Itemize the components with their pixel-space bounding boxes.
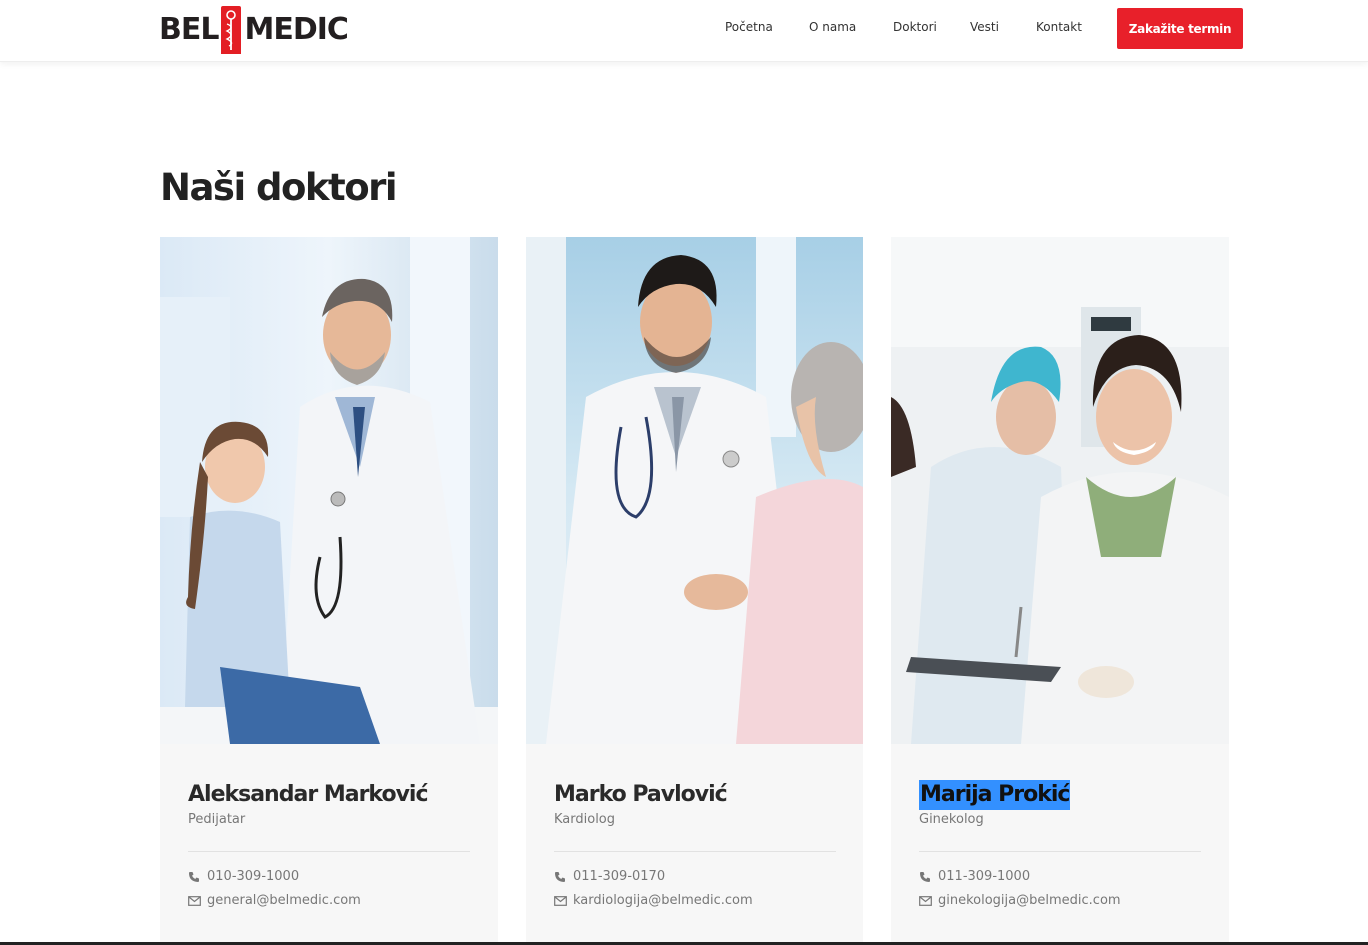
phone-icon [919, 871, 931, 883]
doctor-with-child-photo [160, 237, 498, 744]
doctor-email-link[interactable]: ginekologija@belmedic.com [938, 893, 1121, 908]
doctor-name: Aleksandar Marković [188, 782, 428, 807]
doctor-phone-link[interactable]: 010-309-1000 [207, 869, 299, 884]
book-appointment-button[interactable]: Zakažite termin [1117, 8, 1243, 49]
nav-item-pocetna[interactable]: Početna [725, 20, 773, 34]
card-divider [188, 851, 470, 852]
doctor-email-link[interactable]: general@belmedic.com [207, 893, 361, 908]
nav-item-o-nama[interactable]: O nama [809, 20, 856, 34]
doctor-phone[interactable]: 011-309-0170 [554, 869, 665, 884]
doctor-specialty: Ginekolog [919, 812, 984, 827]
doctor-phone-link[interactable]: 011-309-1000 [938, 869, 1030, 884]
page-title: Naši doktori [160, 166, 398, 209]
doctor-card: Marija Prokić Ginekolog 011-309-1000 gin… [891, 237, 1229, 945]
doctor-card: Marko Pavlović Kardiolog 011-309-0170 ka… [526, 237, 863, 945]
envelope-icon [554, 895, 567, 907]
doctor-name: Marko Pavlović [554, 782, 728, 807]
belmedic-logo[interactable]: BEL MEDIC [159, 4, 349, 54]
doctor-email[interactable]: ginekologija@belmedic.com [919, 893, 1121, 908]
nav-item-doktori[interactable]: Doktori [893, 20, 937, 34]
envelope-icon [919, 895, 932, 907]
site-header: BEL MEDIC Početna O nama Doktori Vesti K… [0, 0, 1368, 62]
card-divider [554, 851, 836, 852]
doctor-specialty: Kardiolog [554, 812, 616, 827]
logo-text-left: BEL [159, 12, 219, 47]
envelope-icon [188, 895, 201, 907]
doctor-email-link[interactable]: kardiologija@belmedic.com [573, 893, 753, 908]
doctor-email[interactable]: kardiologija@belmedic.com [554, 893, 753, 908]
nav-item-vesti[interactable]: Vesti [970, 20, 999, 34]
doctor-email[interactable]: general@belmedic.com [188, 893, 361, 908]
logo-caduceus-icon [221, 6, 242, 54]
doctor-phone[interactable]: 010-309-1000 [188, 869, 299, 884]
doctor-name: Marija Prokić [919, 780, 1070, 810]
female-doctor-photo [891, 237, 1229, 744]
doctor-with-patient-photo [526, 237, 863, 744]
doctor-phone[interactable]: 011-309-1000 [919, 869, 1030, 884]
logo-text-right: MEDIC [244, 12, 348, 47]
card-divider [919, 851, 1201, 852]
doctor-card: Aleksandar Marković Pedijatar 010-309-10… [160, 237, 498, 945]
doctor-phone-link[interactable]: 011-309-0170 [573, 869, 665, 884]
phone-icon [188, 871, 200, 883]
doctor-specialty: Pedijatar [188, 812, 246, 827]
nav-item-kontakt[interactable]: Kontakt [1036, 20, 1082, 34]
phone-icon [554, 871, 566, 883]
